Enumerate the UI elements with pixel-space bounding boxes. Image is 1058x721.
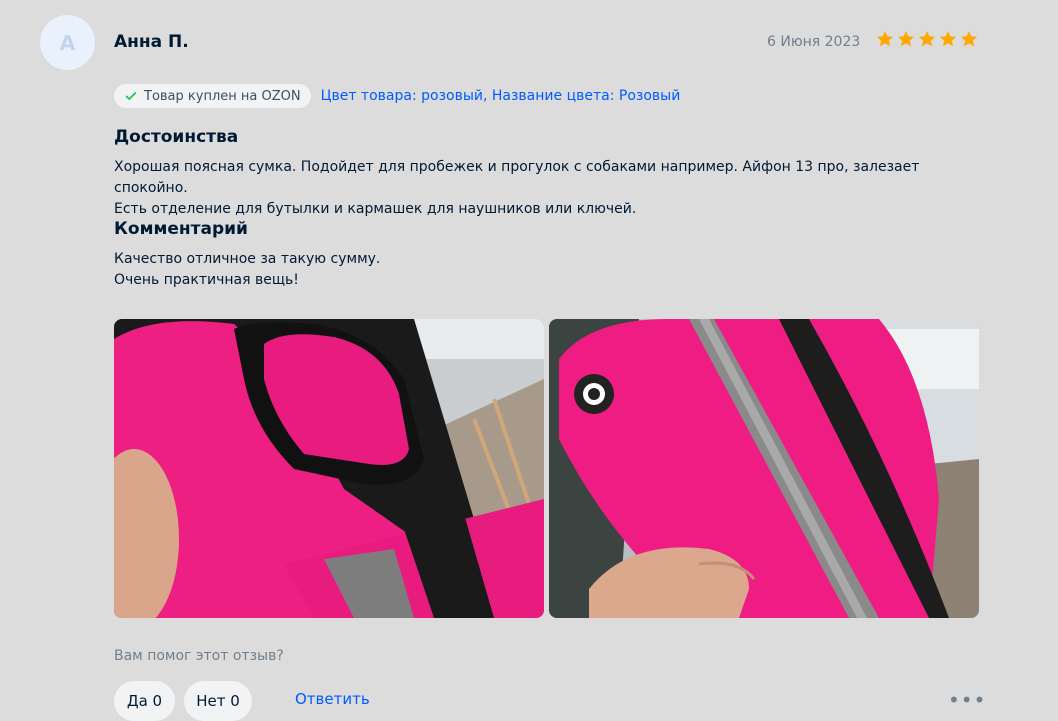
helpful-question: Вам помог этот отзыв?	[114, 648, 284, 664]
checkmark-icon	[125, 92, 137, 100]
vote-no-button[interactable]: Нет 0	[184, 681, 252, 721]
star-icon	[918, 31, 936, 47]
reply-link[interactable]: Ответить	[295, 690, 370, 708]
avatar: А	[40, 15, 95, 70]
review-photo-2[interactable]	[549, 319, 979, 618]
pros-text: Хорошая поясная сумка. Подойдет для проб…	[114, 157, 994, 220]
star-icon	[876, 31, 894, 47]
star-icon	[960, 31, 978, 47]
photo-pink-bag-side	[549, 319, 979, 618]
comment-title: Комментарий	[114, 219, 248, 239]
review-badges: Товар куплен на OZON Цвет товара: розовы…	[114, 84, 680, 108]
comment-text: Качество отличное за такую сумму. Очень …	[114, 249, 994, 291]
vote-yes-button[interactable]: Да 0	[114, 681, 175, 721]
comment-line: Качество отличное за такую сумму.	[114, 251, 381, 267]
pros-line: Хорошая поясная сумка. Подойдет для проб…	[114, 159, 920, 196]
purchased-badge-label: Товар куплен на OZON	[144, 88, 301, 104]
avatar-letter: А	[59, 30, 76, 55]
comment-line: Очень практичная вещь!	[114, 272, 299, 288]
purchased-badge: Товар куплен на OZON	[114, 84, 311, 108]
review-photo-1[interactable]	[114, 319, 544, 618]
review-date: 6 Июня 2023	[767, 34, 861, 50]
photo-pink-bag-pocket	[114, 319, 544, 618]
pros-title: Достоинства	[114, 127, 239, 147]
more-options-icon[interactable]: •••	[948, 688, 986, 712]
star-icon	[897, 31, 915, 47]
product-variant-link[interactable]: Цвет товара: розовый, Название цвета: Ро…	[321, 88, 681, 104]
star-icon	[939, 31, 957, 47]
author-name[interactable]: Анна П.	[114, 32, 189, 52]
pros-line: Есть отделение для бутылки и кармашек дл…	[114, 201, 637, 217]
rating-stars	[875, 29, 979, 49]
